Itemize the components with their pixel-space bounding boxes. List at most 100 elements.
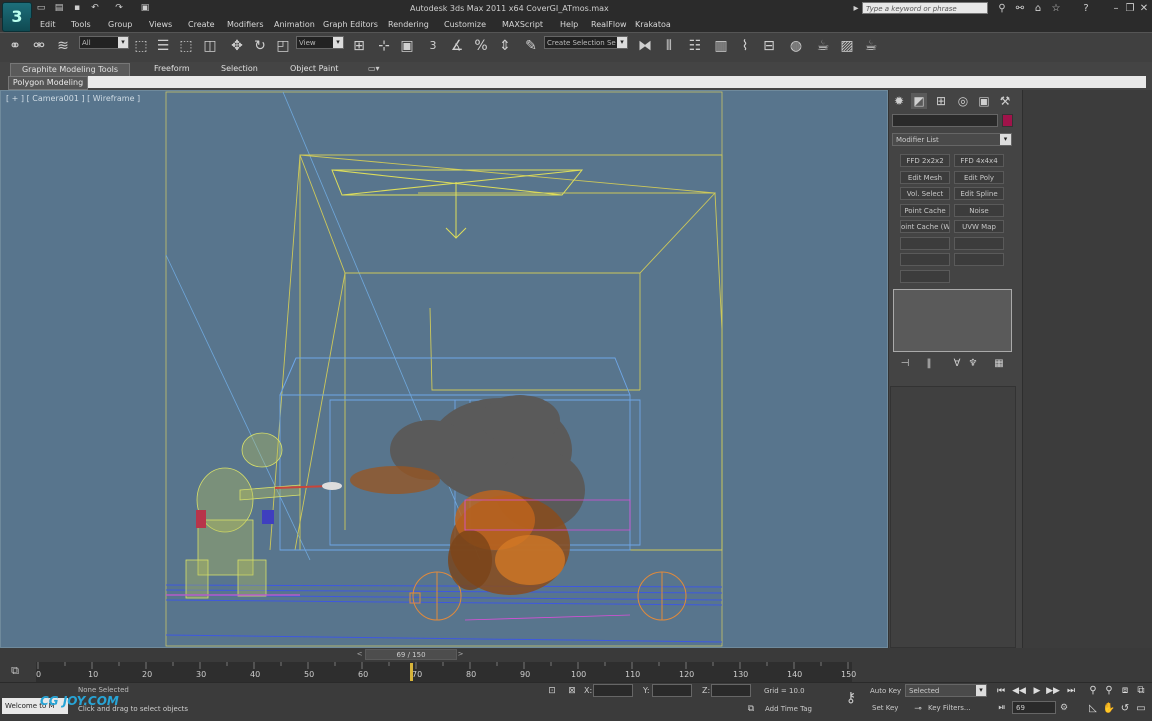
modifier-button[interactable]: Vol. Select: [900, 187, 950, 200]
key-filter-icon[interactable]: ⊸: [912, 703, 924, 715]
viewport-label[interactable]: [ + ] [ Camera001 ] [ Wireframe ]: [6, 94, 140, 103]
menu-group[interactable]: Group: [108, 20, 132, 29]
key-mode-dropdown[interactable]: Selected ▾: [905, 684, 987, 697]
named-selection-sets-dropdown[interactable]: Create Selection Se ▾: [544, 36, 628, 49]
go-to-start-icon[interactable]: ⏮: [994, 685, 1008, 697]
keyboard-shortcut-override-icon[interactable]: ▣: [398, 37, 416, 55]
menu-realflow[interactable]: RealFlow: [591, 20, 627, 29]
modifier-button[interactable]: FFD 2x2x2: [900, 154, 950, 167]
tab-freeform[interactable]: Freeform: [154, 63, 190, 75]
key-icon[interactable]: ⚷: [842, 691, 860, 705]
menu-views[interactable]: Views: [149, 20, 172, 29]
restore-icon[interactable]: ❐: [1124, 3, 1136, 15]
menu-rendering[interactable]: Rendering: [388, 20, 429, 29]
maximize-viewport-icon[interactable]: ⧉: [1134, 684, 1148, 698]
prev-frame-arrow[interactable]: <: [355, 649, 364, 660]
help-search-input[interactable]: Type a keyword or phrase: [862, 2, 988, 14]
current-frame-marker[interactable]: [410, 663, 413, 681]
pin-stack-icon[interactable]: ⊣: [898, 357, 912, 371]
key-filters-button[interactable]: Key Filters...: [928, 702, 982, 715]
modifier-button[interactable]: Edit Spline: [954, 187, 1004, 200]
show-end-result-icon[interactable]: ‖: [922, 357, 936, 371]
modifier-button[interactable]: Point Cache: [900, 204, 950, 217]
search-icon[interactable]: ⚲: [996, 3, 1008, 15]
star-icon[interactable]: ☆: [1050, 3, 1062, 15]
modify-tab-icon[interactable]: ◩: [911, 93, 927, 109]
play-icon[interactable]: ▶: [1030, 685, 1044, 697]
menu-tools[interactable]: Tools: [71, 20, 91, 29]
tab-graphite-modeling-tools[interactable]: Graphite Modeling Tools: [10, 63, 130, 76]
rectangular-selection-icon[interactable]: ⬚: [177, 37, 195, 55]
make-unique-icon[interactable]: ∀: [950, 357, 964, 371]
modifier-button[interactable]: Edit Poly: [954, 171, 1004, 184]
minimize-icon[interactable]: –: [1110, 3, 1122, 15]
object-color-swatch[interactable]: [1002, 114, 1013, 127]
menu-krakatoa[interactable]: Krakatoa: [635, 20, 671, 29]
zoom-extents-icon[interactable]: ⧈: [1118, 684, 1132, 698]
save-icon[interactable]: ▪: [72, 3, 82, 13]
angle-snap-icon[interactable]: ∡: [448, 37, 466, 55]
percent-snap-icon[interactable]: %: [472, 37, 490, 55]
project-folder-icon[interactable]: ▣: [140, 3, 150, 13]
modifier-button[interactable]: [954, 253, 1004, 266]
help-icon[interactable]: ?: [1080, 3, 1092, 15]
ribbon-options-icon[interactable]: ▭▾: [368, 63, 380, 75]
menu-help[interactable]: Help: [560, 20, 578, 29]
unlink-icon[interactable]: ⚮: [30, 37, 48, 55]
modifier-list-dropdown[interactable]: Modifier List ▾: [892, 133, 1012, 146]
rendered-frame-window-icon[interactable]: ▨: [838, 37, 856, 55]
z-coordinate-field[interactable]: [711, 684, 751, 697]
object-name-field[interactable]: [892, 114, 998, 127]
modifier-stack[interactable]: [893, 289, 1012, 352]
configure-modifier-sets-icon[interactable]: ▦: [992, 357, 1006, 371]
open-mini-curve-editor-icon[interactable]: ⧉: [8, 664, 22, 678]
auto-key-button[interactable]: Auto Key: [870, 687, 901, 695]
menu-animation[interactable]: Animation: [274, 20, 315, 29]
remove-modifier-icon[interactable]: ♆: [966, 357, 980, 371]
edit-named-selection-icon[interactable]: ✎: [522, 37, 540, 55]
maximize-toggle-icon[interactable]: ▭: [1134, 702, 1148, 716]
modifier-button[interactable]: [900, 237, 950, 250]
time-slider[interactable]: 69 / 150: [365, 649, 457, 660]
display-tab-icon[interactable]: ▣: [976, 93, 992, 109]
go-to-end-icon[interactable]: ⏭: [1064, 685, 1078, 697]
render-setup-icon[interactable]: ☕: [814, 37, 832, 55]
align-icon[interactable]: ⫴: [660, 37, 678, 55]
modifier-button[interactable]: [900, 270, 950, 283]
scene-wireframe[interactable]: [0, 90, 888, 648]
binoculars-icon[interactable]: ⚯: [1014, 3, 1026, 15]
select-object-icon[interactable]: ⬚: [132, 37, 150, 55]
pivot-center-icon[interactable]: ⊞: [350, 37, 368, 55]
x-coordinate-field[interactable]: [593, 684, 633, 697]
select-and-scale-icon[interactable]: ◰: [274, 37, 292, 55]
orbit-icon[interactable]: ↺: [1118, 702, 1132, 716]
current-frame-field[interactable]: 69: [1012, 701, 1056, 714]
time-tag-icon[interactable]: ⧉: [745, 703, 757, 715]
tab-selection[interactable]: Selection: [221, 63, 258, 75]
modifier-button[interactable]: UVW Map: [954, 220, 1004, 233]
application-button[interactable]: 3: [2, 2, 32, 32]
modifier-button[interactable]: FFD 4x4x4: [954, 154, 1004, 167]
snaps-toggle-icon[interactable]: 3: [424, 37, 442, 55]
undo-icon[interactable]: ↶: [90, 3, 100, 13]
lock-icon[interactable]: ⊡: [546, 685, 558, 697]
modifier-button[interactable]: oint Cache (WS: [900, 220, 950, 233]
mirror-icon[interactable]: ⧓: [636, 37, 654, 55]
next-frame-arrow[interactable]: >: [456, 649, 465, 660]
spinner-snap-icon[interactable]: ⇕: [496, 37, 514, 55]
time-configuration-icon[interactable]: ⚙: [1058, 702, 1070, 714]
menu-edit[interactable]: Edit: [40, 20, 56, 29]
add-time-tag-button[interactable]: Add Time Tag: [765, 705, 812, 713]
previous-frame-icon[interactable]: ◀◀: [1012, 685, 1026, 697]
menu-maxscript[interactable]: MAXScript: [502, 20, 543, 29]
select-by-name-icon[interactable]: ☰: [154, 37, 172, 55]
pan-icon[interactable]: ✋: [1102, 702, 1116, 716]
tab-object-paint[interactable]: Object Paint: [290, 63, 338, 75]
next-frame-icon[interactable]: ▶▶: [1046, 685, 1060, 697]
layer-manager-icon[interactable]: ☷: [686, 37, 704, 55]
zoom-icon[interactable]: ⚲: [1086, 684, 1100, 698]
redo-icon[interactable]: ↷: [114, 3, 124, 13]
zoom-all-icon[interactable]: ⚲: [1102, 684, 1116, 698]
subscription-icon[interactable]: ⌂: [1032, 3, 1044, 15]
menu-create[interactable]: Create: [188, 20, 215, 29]
